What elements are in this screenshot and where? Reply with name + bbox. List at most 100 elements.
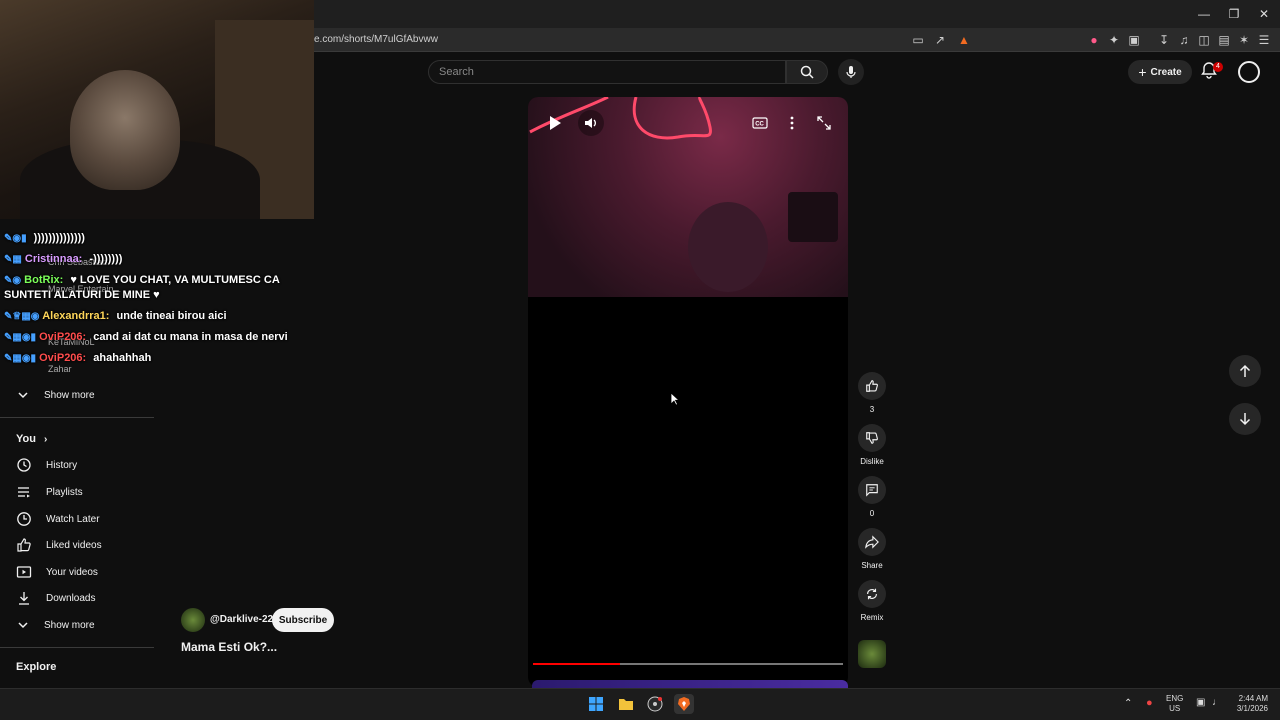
cast-icon[interactable]: ▭ bbox=[910, 32, 926, 48]
sidebar-item-label: Watch Later bbox=[46, 513, 100, 525]
play-icon bbox=[550, 116, 561, 130]
extensions-icon[interactable]: ✦ bbox=[1106, 32, 1122, 48]
sidebar-item-history[interactable]: History bbox=[16, 453, 77, 477]
sidebar-item-label: Playlists bbox=[46, 486, 83, 498]
speaker-icon[interactable]: ♩ bbox=[1212, 697, 1222, 708]
microphone-tray-icon[interactable]: ● bbox=[1146, 697, 1153, 709]
short-video-player[interactable]: CC bbox=[528, 97, 848, 687]
create-button[interactable]: + Create bbox=[1128, 60, 1192, 84]
chat-text: ahahahhah bbox=[93, 352, 152, 364]
chat-username: OviP206: bbox=[39, 352, 87, 364]
chat-badges: ✎▦◉▮ bbox=[4, 353, 37, 364]
file-explorer-icon[interactable] bbox=[616, 694, 636, 714]
chat-message: ✎◉▮ )))))))))))))) bbox=[4, 231, 85, 246]
play-button[interactable] bbox=[542, 110, 568, 136]
sidebar-item-liked-videos[interactable]: Liked videos bbox=[16, 533, 102, 557]
vpn-icon[interactable]: ● bbox=[1086, 32, 1102, 48]
sidebar-toggle-icon[interactable]: ◫ bbox=[1196, 32, 1212, 48]
chat-badges: ✎♕▦◉ bbox=[4, 311, 40, 322]
sidebar-item-label: Your videos bbox=[46, 566, 98, 578]
volume-button[interactable] bbox=[578, 110, 604, 136]
like-button[interactable] bbox=[858, 372, 886, 400]
chevron-down-icon bbox=[18, 622, 28, 629]
chat-username: BotRix: bbox=[24, 274, 64, 286]
thumbs-up-icon bbox=[866, 380, 878, 392]
playlists-icon bbox=[18, 487, 30, 498]
share-button[interactable] bbox=[858, 528, 886, 556]
progress-bar-fill bbox=[533, 663, 620, 665]
chat-message: ✎♕▦◉ Alexandrra1: unde tineai birou aici bbox=[4, 309, 227, 324]
subscribe-button[interactable]: Subscribe bbox=[272, 608, 334, 632]
fullscreen-button[interactable] bbox=[811, 110, 837, 136]
chat-badges: ✎◉▮ bbox=[4, 233, 27, 244]
sidebar-item-playlists[interactable]: Playlists bbox=[16, 480, 83, 504]
sidebar-divider bbox=[0, 417, 154, 418]
captions-button[interactable]: CC bbox=[747, 110, 773, 136]
sidebar-show-more-you[interactable]: Show more bbox=[16, 613, 95, 637]
remix-button[interactable] bbox=[858, 580, 886, 608]
leo-ai-icon[interactable]: ✶ bbox=[1236, 32, 1252, 48]
tray-chevron-icon[interactable]: ⌃ bbox=[1124, 698, 1132, 709]
comments-count: 0 bbox=[869, 509, 875, 518]
channel-avatar[interactable] bbox=[181, 608, 205, 632]
clock-time: 2:44 AM bbox=[1238, 694, 1268, 703]
clock[interactable]: 2:44 AM 3/1/2026 bbox=[1228, 694, 1268, 714]
language-indicator[interactable]: ENG US bbox=[1166, 694, 1183, 714]
sidebar-item-label: Downloads bbox=[46, 592, 96, 604]
previous-short-button[interactable] bbox=[1229, 355, 1261, 387]
region-code: US bbox=[1169, 704, 1181, 713]
wallet-card-icon[interactable]: ▤ bbox=[1216, 32, 1232, 48]
mouse-cursor-icon bbox=[670, 392, 680, 406]
dislike-label: Dislike bbox=[860, 457, 884, 466]
sidebar-show-more-subscriptions[interactable]: Show more bbox=[16, 383, 95, 407]
comments-button[interactable] bbox=[858, 476, 886, 504]
music-note-icon[interactable]: ♫ bbox=[1176, 32, 1192, 48]
share-icon bbox=[865, 535, 879, 549]
arrow-down-icon bbox=[1239, 413, 1251, 426]
search-input[interactable]: Search bbox=[428, 60, 786, 84]
sidebar-you-header[interactable]: You › bbox=[16, 427, 47, 451]
thumbs-up-icon bbox=[17, 538, 31, 552]
windows-start-icon[interactable] bbox=[586, 694, 606, 714]
next-short-button[interactable] bbox=[1229, 403, 1261, 435]
brave-shield-icon[interactable]: ▲ bbox=[956, 32, 972, 48]
url-text[interactable]: e.com/shorts/M7ulGfAbvww bbox=[314, 34, 438, 45]
share-page-icon[interactable]: ↗ bbox=[932, 32, 948, 48]
share-label: Share bbox=[861, 561, 883, 570]
sidebar-item-your-videos[interactable]: Your videos bbox=[16, 560, 98, 584]
sidebar-item-downloads[interactable]: Downloads bbox=[16, 586, 95, 610]
download-icon bbox=[19, 592, 29, 605]
sidebar-item-label: History bbox=[46, 459, 78, 471]
chat-badges: ✎▦ bbox=[4, 254, 22, 265]
chat-text: unde tineai birou aici bbox=[116, 310, 227, 322]
chat-message: ✎◉ BotRix: ♥ LOVE YOU CHAT, VA MULTUMESC… bbox=[4, 273, 304, 302]
notification-badge: 4 bbox=[1213, 62, 1223, 72]
channel-name[interactable]: @Darklive-22 bbox=[210, 614, 273, 625]
wallet-icon[interactable]: ▣ bbox=[1126, 32, 1142, 48]
account-avatar[interactable] bbox=[1238, 61, 1260, 83]
thumbs-down-icon bbox=[866, 432, 878, 444]
download-icon[interactable]: ↧ bbox=[1156, 32, 1172, 48]
brave-browser-icon[interactable] bbox=[674, 694, 694, 714]
restore-icon[interactable]: ❐ bbox=[1226, 6, 1242, 22]
comment-icon bbox=[866, 484, 878, 497]
obs-studio-icon[interactable] bbox=[645, 694, 665, 714]
sidebar-item-watch-later[interactable]: Watch Later bbox=[16, 507, 100, 531]
search-button[interactable] bbox=[786, 60, 828, 84]
create-label: Create bbox=[1150, 66, 1182, 78]
more-vertical-icon bbox=[790, 116, 794, 130]
clock-icon bbox=[17, 512, 31, 526]
windows-taskbar bbox=[0, 688, 1280, 720]
svg-text:CC: CC bbox=[755, 122, 764, 128]
close-icon[interactable]: ✕ bbox=[1256, 6, 1272, 22]
minimize-icon[interactable]: — bbox=[1196, 6, 1212, 22]
sound-thumbnail[interactable] bbox=[858, 640, 886, 668]
menu-icon[interactable]: ☰ bbox=[1256, 32, 1272, 48]
voice-search-button[interactable] bbox=[838, 59, 864, 85]
search-icon bbox=[800, 65, 814, 79]
volume-icon bbox=[585, 118, 596, 128]
sidebar-item-label: Show more bbox=[44, 619, 95, 631]
more-options-button[interactable] bbox=[779, 110, 805, 136]
network-icon[interactable]: ▣ bbox=[1196, 697, 1205, 708]
dislike-button[interactable] bbox=[858, 424, 886, 452]
